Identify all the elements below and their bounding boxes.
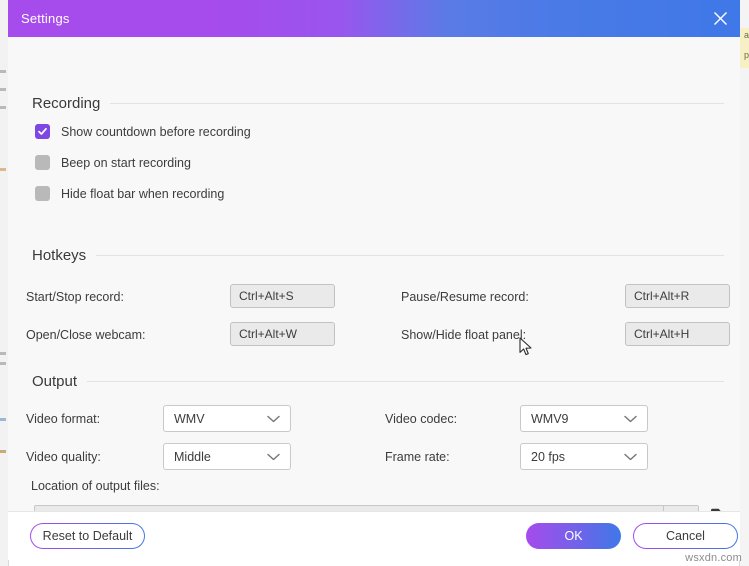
cancel-button[interactable]: Cancel — [633, 523, 738, 549]
dropdown-video-codec[interactable]: WMV9 — [520, 405, 648, 432]
hotkey-input-pause-resume-record[interactable]: Ctrl+Alt+R — [625, 284, 730, 308]
background-letter-p: p — [743, 50, 749, 60]
watermark: wsxdn.com — [685, 552, 742, 564]
section-rule — [110, 103, 724, 104]
open-folder-button[interactable] — [707, 503, 737, 511]
section-title-output: Output — [32, 373, 78, 390]
ok-button[interactable]: OK — [526, 523, 621, 549]
background-app-right-edge: a p — [739, 0, 749, 566]
dropdown-value: 20 fps — [531, 449, 566, 464]
label-video-codec: Video codec: — [385, 412, 458, 426]
checkbox-box-unchecked[interactable] — [35, 186, 50, 201]
checkbox-label: Show countdown before recording — [61, 124, 251, 139]
section-title-hotkeys: Hotkeys — [32, 247, 87, 264]
chevron-down-icon — [267, 415, 280, 422]
close-button[interactable] — [700, 0, 740, 37]
chevron-down-icon — [624, 415, 637, 422]
checkbox-hide-float-bar[interactable]: Hide float bar when recording — [35, 186, 224, 201]
section-rule — [96, 255, 724, 256]
dropdown-value: WMV9 — [531, 411, 569, 426]
label-video-quality: Video quality: — [26, 450, 101, 464]
section-title-recording: Recording — [32, 95, 101, 112]
section-header-output: Output — [32, 373, 724, 390]
titlebar[interactable]: Settings — [8, 0, 740, 37]
hotkey-input-start-stop-record[interactable]: Ctrl+Alt+S — [230, 284, 335, 308]
section-rule — [87, 381, 724, 382]
label-frame-rate: Frame rate: — [385, 450, 450, 464]
dropdown-value: WMV — [174, 411, 205, 426]
dialog-footer: Reset to Default OK Cancel — [8, 511, 740, 560]
hotkey-input-open-close-webcam[interactable]: Ctrl+Alt+W — [230, 322, 335, 346]
window-title: Settings — [21, 11, 70, 26]
section-header-hotkeys: Hotkeys — [32, 247, 724, 264]
checkbox-show-countdown[interactable]: Show countdown before recording — [35, 124, 251, 139]
dropdown-video-format[interactable]: WMV — [163, 405, 291, 432]
section-header-recording: Recording — [32, 95, 724, 112]
dropdown-video-quality[interactable]: Middle — [163, 443, 291, 470]
label-show-hide-float-panel: Show/Hide float panel: — [401, 328, 527, 342]
label-open-close-webcam: Open/Close webcam: — [26, 328, 146, 342]
background-letter-a: a — [743, 30, 749, 40]
settings-dialog: Settings Recording Show countdown before… — [8, 0, 740, 560]
label-video-format: Video format: — [26, 412, 101, 426]
checkbox-box-unchecked[interactable] — [35, 155, 50, 170]
check-icon — [38, 127, 47, 135]
checkbox-label: Beep on start recording — [61, 155, 191, 170]
checkbox-label: Hide float bar when recording — [61, 186, 225, 201]
dropdown-value: Middle — [174, 449, 211, 464]
chevron-down-icon — [267, 453, 280, 460]
close-icon — [713, 12, 727, 25]
dropdown-frame-rate[interactable]: 20 fps — [520, 443, 648, 470]
hotkey-input-show-hide-float-panel[interactable]: Ctrl+Alt+H — [625, 322, 730, 346]
label-start-stop-record: Start/Stop record: — [26, 290, 124, 304]
label-pause-resume-record: Pause/Resume record: — [401, 290, 529, 304]
checkbox-box-checked[interactable] — [35, 124, 50, 139]
label-location-of-output-files: Location of output files: — [31, 479, 160, 493]
dialog-body: Recording Show countdown before recordin… — [8, 37, 740, 511]
screen: a p Settings Recording Show countdown be… — [0, 0, 749, 566]
reset-to-default-button[interactable]: Reset to Default — [30, 523, 145, 549]
checkbox-beep-on-start[interactable]: Beep on start recording — [35, 155, 191, 170]
chevron-down-icon — [624, 453, 637, 460]
